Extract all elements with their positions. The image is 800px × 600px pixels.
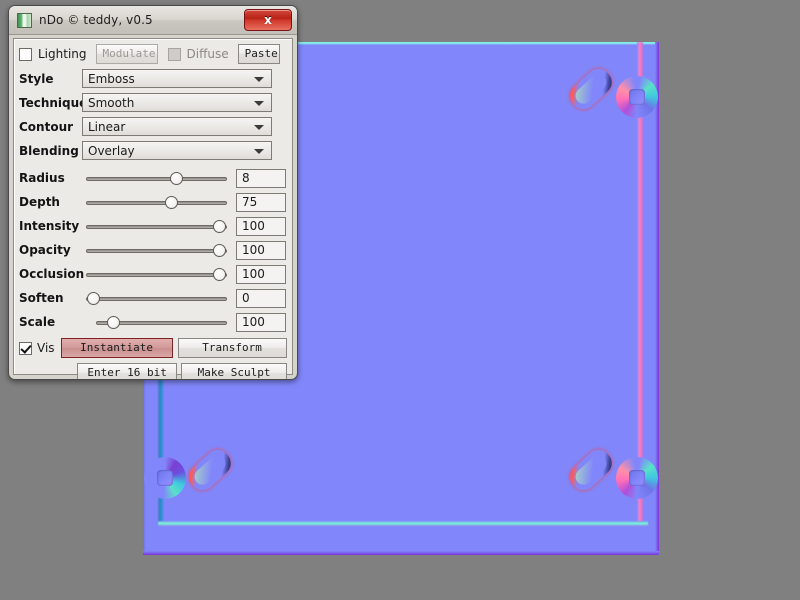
- blending-row: Blending Overlay: [19, 139, 287, 162]
- vis-label: Vis: [37, 341, 55, 355]
- bevel-disc-bottom-right: [616, 457, 658, 499]
- radius-row: Radius 8: [19, 166, 287, 190]
- blending-select[interactable]: Overlay: [82, 141, 272, 160]
- vis-checkbox[interactable]: [19, 341, 32, 355]
- screen: nDo © teddy, v0.5 x Lighting Modulate Di…: [0, 0, 800, 600]
- bevel-pill-top-right: [565, 63, 617, 115]
- soften-row: Soften 0: [19, 286, 287, 310]
- soften-label: Soften: [19, 291, 64, 305]
- action-row-secondary: Enter 16 bit mode Make Sculpt Layer: [19, 362, 287, 379]
- lighting-label: Lighting: [38, 47, 87, 61]
- opacity-slider[interactable]: [82, 238, 227, 262]
- occlusion-label: Occlusion: [19, 267, 85, 281]
- diffuse-checkbox[interactable]: [167, 47, 181, 61]
- opacity-input[interactable]: 100: [236, 240, 286, 260]
- radius-input[interactable]: 8: [236, 168, 286, 188]
- technique-row: Technique Smooth: [19, 91, 287, 114]
- depth-slider[interactable]: [82, 190, 227, 214]
- bevel-pill-bottom-right: [565, 444, 617, 496]
- soften-slider-knob[interactable]: [87, 292, 101, 305]
- bevel-pill-bottom-left: [184, 444, 236, 496]
- bevel-line-bottom: [158, 521, 648, 526]
- soften-slider[interactable]: [82, 286, 227, 310]
- disc-hole: [629, 470, 645, 486]
- depth-slider-track[interactable]: [86, 201, 227, 205]
- occlusion-slider-knob[interactable]: [212, 268, 226, 281]
- blending-value: Overlay: [88, 143, 135, 158]
- scale-input[interactable]: 100: [236, 312, 286, 332]
- contour-select[interactable]: Linear: [82, 117, 272, 136]
- window-title: nDo © teddy, v0.5: [39, 13, 153, 27]
- depth-label: Depth: [19, 195, 60, 209]
- bevel-disc-top-right: [616, 76, 658, 118]
- close-icon[interactable]: x: [244, 9, 292, 31]
- bevel-disc-bottom-left: [144, 457, 186, 499]
- action-row-primary: Vis Instantiate Transform: [19, 336, 287, 360]
- scale-row: Scale 100: [19, 310, 287, 334]
- chevron-down-icon: [254, 77, 264, 82]
- blending-label: Blending: [19, 143, 79, 158]
- scale-slider[interactable]: [82, 310, 227, 334]
- top-options-row: Lighting Modulate Diffuse Paste: [19, 43, 287, 65]
- transform-button[interactable]: Transform: [177, 338, 287, 358]
- technique-select[interactable]: Smooth: [82, 93, 272, 112]
- style-select[interactable]: Emboss: [82, 69, 272, 88]
- make-sculpt-layer-button[interactable]: Make Sculpt Layer: [181, 363, 287, 379]
- depth-input[interactable]: 75: [236, 192, 286, 212]
- technique-value: Smooth: [88, 95, 135, 110]
- opacity-slider-track[interactable]: [86, 249, 227, 253]
- intensity-label: Intensity: [19, 219, 80, 233]
- opacity-row: Opacity 100: [19, 238, 287, 262]
- chevron-down-icon: [254, 125, 264, 130]
- style-value: Emboss: [88, 71, 135, 86]
- lighting-checkbox[interactable]: [19, 47, 32, 61]
- occlusion-input[interactable]: 100: [236, 264, 286, 284]
- diffuse-label: Diffuse: [186, 47, 229, 61]
- occlusion-slider[interactable]: [82, 262, 227, 286]
- opacity-label: Opacity: [19, 243, 71, 257]
- scale-slider-knob[interactable]: [106, 316, 120, 329]
- contour-row: Contour Linear: [19, 115, 287, 138]
- chevron-down-icon: [254, 149, 264, 154]
- intensity-input[interactable]: 100: [236, 216, 286, 236]
- paste-button[interactable]: Paste: [237, 44, 280, 64]
- depth-row: Depth 75: [19, 190, 287, 214]
- soften-slider-track[interactable]: [86, 297, 227, 301]
- radius-label: Radius: [19, 171, 65, 185]
- radius-slider[interactable]: [82, 166, 227, 190]
- scale-label: Scale: [19, 315, 56, 329]
- enter-16-bit-mode-button[interactable]: Enter 16 bit mode: [77, 363, 178, 379]
- style-label: Style: [19, 71, 54, 86]
- depth-slider-knob[interactable]: [165, 196, 179, 209]
- occlusion-slider-track[interactable]: [86, 273, 227, 277]
- modulate-button[interactable]: Modulate: [95, 44, 158, 64]
- intensity-row: Intensity 100: [19, 214, 287, 238]
- window-titlebar[interactable]: nDo © teddy, v0.5 x: [9, 6, 297, 35]
- instantiate-button[interactable]: Instantiate: [60, 338, 173, 358]
- disc-hole: [629, 89, 645, 105]
- ndo-window: nDo © teddy, v0.5 x Lighting Modulate Di…: [8, 5, 298, 380]
- disc-hole: [157, 470, 173, 486]
- intensity-slider[interactable]: [82, 214, 227, 238]
- soften-input[interactable]: 0: [236, 288, 286, 308]
- contour-label: Contour: [19, 119, 74, 134]
- technique-label: Technique: [19, 95, 88, 110]
- intensity-slider-knob[interactable]: [212, 220, 226, 233]
- chevron-down-icon: [254, 101, 264, 106]
- style-row: Style Emboss: [19, 67, 287, 90]
- window-client-area: Lighting Modulate Diffuse Paste Style Em…: [13, 38, 293, 379]
- canvas-edge-bottom: [143, 551, 659, 555]
- opacity-slider-knob[interactable]: [212, 244, 226, 257]
- app-icon: [17, 12, 32, 28]
- radius-slider-knob[interactable]: [170, 172, 184, 185]
- occlusion-row: Occlusion 100: [19, 262, 287, 286]
- radius-slider-track[interactable]: [86, 177, 227, 181]
- intensity-slider-track[interactable]: [86, 225, 227, 229]
- contour-value: Linear: [88, 119, 126, 134]
